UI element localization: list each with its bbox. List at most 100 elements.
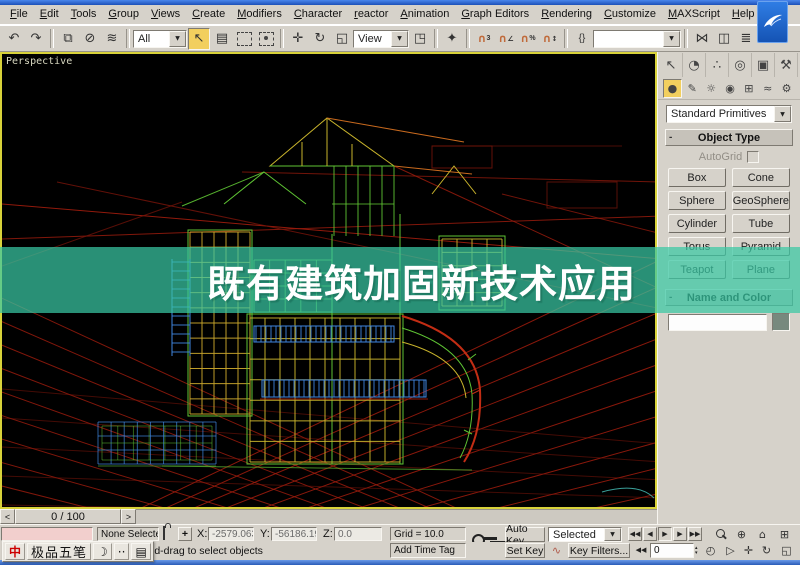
tab-modify-icon[interactable]: ◔ [683, 53, 706, 77]
object-type-rollout-header[interactable]: - Object Type [665, 129, 793, 146]
ime-fullhalf-moon-icon[interactable]: ☽ [93, 543, 112, 560]
category-helpers-icon[interactable]: ⊞ [740, 80, 757, 97]
tab-display-icon[interactable]: ▣ [752, 53, 775, 77]
set-key-button[interactable]: Set Key [505, 543, 545, 558]
absolute-mode-transform-icon[interactable]: + [178, 527, 192, 541]
category-lights-icon[interactable]: ☼ [703, 80, 720, 97]
torus-button[interactable]: Torus [668, 237, 726, 256]
ime-name-label[interactable]: 极品五笔 [27, 543, 92, 560]
field-of-view-icon[interactable]: ▷ [722, 543, 739, 558]
ime-punctuation-icon[interactable]: ·· [113, 543, 130, 560]
menu-group[interactable]: Group [102, 6, 145, 23]
menu-graph-editors[interactable]: Graph Editors [455, 6, 535, 23]
align-icon[interactable]: ◫ [714, 29, 734, 49]
zoom-icon[interactable] [712, 527, 729, 542]
previous-frame-icon[interactable]: ◀ [643, 527, 657, 541]
select-and-link-icon[interactable]: ⧉ [58, 29, 78, 49]
category-spacewarps-icon[interactable]: ≈ [759, 80, 776, 97]
auto-key-button[interactable]: Auto Key [505, 523, 545, 547]
ime-language-icon[interactable]: 中 [5, 543, 26, 560]
time-slider-left-arrow[interactable]: < [0, 509, 15, 524]
menu-reactor[interactable]: reactor [348, 6, 394, 23]
menu-create[interactable]: Create [186, 6, 231, 23]
cylinder-button[interactable]: Cylinder [668, 214, 726, 233]
x-coord-field[interactable]: -2579.063 [208, 527, 254, 541]
pan-view-icon[interactable]: ✛ [740, 543, 757, 558]
key-mode-toggle-icon[interactable]: ◀◀ [634, 543, 648, 557]
tab-motion-icon[interactable]: ◎ [729, 53, 752, 77]
tab-utilities-icon[interactable]: ⚒ [775, 53, 798, 77]
object-color-swatch[interactable] [772, 313, 790, 331]
percent-snap-icon[interactable]: ∩% [518, 29, 538, 49]
add-time-tag[interactable]: Add Time Tag [390, 543, 466, 558]
current-frame-field[interactable]: 0 [650, 543, 694, 558]
key-filters-button[interactable]: Key Filters... [568, 543, 630, 558]
ime-softkeyboard-icon[interactable]: ▤ [131, 543, 151, 560]
angle-snap-icon[interactable]: ∩ ∠ [496, 29, 516, 49]
y-coord-field[interactable]: -56186.195 [271, 527, 317, 541]
teapot-button[interactable]: Teapot [668, 260, 726, 279]
menu-edit[interactable]: Edit [34, 6, 65, 23]
geosphere-button[interactable]: GeoSphere [731, 191, 790, 210]
select-by-name-icon[interactable]: ▤ [212, 29, 232, 49]
plane-button[interactable]: Plane [731, 260, 790, 279]
window-crossing-icon[interactable] [256, 29, 276, 49]
named-selection-sets-icon[interactable]: {} [572, 29, 592, 49]
menu-customize[interactable]: Customize [598, 6, 662, 23]
time-slider-thumb[interactable]: 0 / 100 [15, 509, 121, 524]
time-slider-right-arrow[interactable]: > [121, 509, 136, 524]
arc-rotate-icon[interactable]: ↻ [758, 543, 775, 558]
use-pivot-point-icon[interactable]: ◳ [410, 29, 430, 49]
primitive-category-dropdown[interactable]: Standard Primitives ▼ [666, 105, 792, 123]
menu-character[interactable]: Character [288, 6, 348, 23]
name-color-rollout-header[interactable]: - Name and Color [665, 289, 793, 306]
autogrid-checkbox[interactable] [747, 151, 760, 163]
time-slider-track[interactable] [136, 509, 657, 524]
redo-icon[interactable]: ↷ [26, 29, 46, 49]
selection-filter-dropdown[interactable]: All ▼ [133, 29, 187, 48]
rectangular-selection-region-icon[interactable] [234, 29, 254, 49]
maxscript-mini-listener[interactable] [1, 527, 93, 541]
menu-help[interactable]: Help [726, 6, 761, 23]
category-systems-icon[interactable]: ⚙ [778, 80, 795, 97]
selection-lock-icon[interactable] [163, 526, 165, 540]
menu-tools[interactable]: Tools [65, 6, 103, 23]
select-and-rotate-icon[interactable]: ↻ [310, 29, 330, 49]
select-and-move-icon[interactable]: ✛ [288, 29, 308, 49]
go-to-end-icon[interactable]: ▶▶ [688, 527, 702, 541]
mirror-icon[interactable]: ⋈ [692, 29, 712, 49]
snap-toggle-3d-icon[interactable]: ∩ 3 [474, 29, 494, 49]
category-shapes-icon[interactable]: ✎ [684, 80, 701, 97]
perspective-viewport[interactable]: Perspective [0, 52, 657, 509]
pyramid-button[interactable]: Pyramid [731, 237, 790, 256]
zoom-all-icon[interactable]: ⊕ [733, 527, 750, 542]
select-object-icon[interactable]: ↖ [188, 27, 210, 50]
menu-views[interactable]: Views [145, 6, 186, 23]
tab-create-icon[interactable]: ↖ [660, 53, 683, 77]
selection-set-dropdown[interactable]: Selected ▼ [548, 527, 622, 542]
bind-to-space-warp-icon[interactable]: ≋ [102, 29, 122, 49]
reference-coordsys-dropdown[interactable]: View ▼ [353, 29, 409, 48]
menu-rendering[interactable]: Rendering [535, 6, 598, 23]
layer-manager-icon[interactable]: ≣ [736, 29, 756, 49]
go-to-start-icon[interactable]: ◀◀ [628, 527, 642, 541]
spinner-snap-icon[interactable]: ∩ ↕ [540, 29, 560, 49]
play-animation-icon[interactable]: ▶ [658, 527, 672, 541]
z-coord-field[interactable]: 0.0 [334, 527, 382, 541]
time-configuration-icon[interactable]: ◴ [702, 543, 719, 558]
frame-spinner[interactable]: ▴ ▾ [695, 543, 698, 558]
undo-icon[interactable]: ↶ [4, 29, 24, 49]
cone-button[interactable]: Cone [731, 168, 790, 187]
box-button[interactable]: Box [668, 168, 726, 187]
tab-hierarchy-icon[interactable]: ∴ [706, 53, 729, 77]
category-cameras-icon[interactable]: ◉ [722, 80, 739, 97]
set-key-curve-icon[interactable]: ∿ [548, 543, 565, 558]
menu-file[interactable]: File [4, 6, 34, 23]
object-name-input[interactable] [668, 313, 767, 331]
ime-toolbar[interactable]: 中 极品五笔 ☽ ·· ▤ [2, 541, 154, 562]
menu-animation[interactable]: Animation [394, 6, 455, 23]
select-and-manipulate-icon[interactable]: ✦ [442, 29, 462, 49]
menu-modifiers[interactable]: Modifiers [231, 6, 288, 23]
menu-maxscript[interactable]: MAXScript [662, 6, 726, 23]
next-frame-icon[interactable]: ▶ [673, 527, 687, 541]
